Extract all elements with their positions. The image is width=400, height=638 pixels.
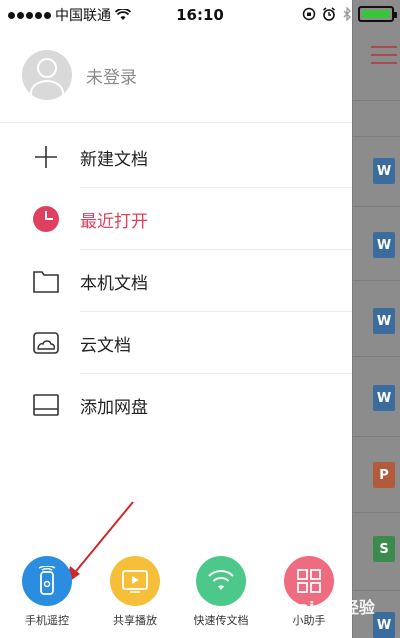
ppt-file-icon[interactable]: P: [373, 462, 395, 488]
menu-item-recent[interactable]: 最近打开: [0, 188, 352, 250]
signal-strength-icon: [8, 11, 51, 19]
divider: [353, 512, 400, 513]
menu-icon[interactable]: [371, 46, 397, 64]
menu-item-new-document[interactable]: 新建文档: [0, 126, 352, 188]
divider: [353, 356, 400, 357]
menu-item-label: 云文档: [80, 335, 131, 356]
menu-item-label: 添加网盘: [80, 397, 148, 418]
rotation-lock-icon: [302, 7, 316, 21]
dock-item-label: 手机遥控: [25, 614, 69, 627]
menu-item-label: 新建文档: [80, 149, 148, 170]
menu-item-cloud-documents[interactable]: 云文档: [0, 312, 352, 374]
document-list-panel[interactable]: W W W W P S W: [352, 0, 400, 638]
word-file-icon[interactable]: W: [373, 385, 395, 411]
drawer-menu: 新建文档 最近打开 本机文档 云文档 添加网盘: [0, 126, 352, 436]
menu-item-label: 本机文档: [80, 273, 148, 294]
divider: [353, 436, 400, 437]
divider: [353, 590, 400, 591]
dock-item-remote-control[interactable]: 手机遥控: [12, 556, 82, 628]
wifi-icon[interactable]: [196, 556, 246, 606]
dock-item-quick-transfer[interactable]: 快速传文档: [186, 556, 256, 628]
clock-icon: [32, 205, 60, 233]
login-profile[interactable]: 未登录: [22, 50, 137, 100]
watermark: Bai du经验: [286, 598, 375, 617]
app-screen: 中国联通 16:10 W W W W P S W 未登录 新建文档 最近打开 本…: [0, 0, 400, 638]
divider: [353, 280, 400, 281]
divider: [353, 136, 400, 137]
divider: [0, 122, 352, 123]
login-status-label[interactable]: 未登录: [86, 63, 137, 88]
bluetooth-icon: [343, 7, 351, 21]
plus-icon: [32, 143, 60, 171]
alarm-icon: [323, 7, 335, 21]
avatar-icon[interactable]: [22, 50, 72, 100]
word-file-icon[interactable]: W: [373, 158, 395, 184]
word-file-icon[interactable]: W: [373, 308, 395, 334]
remote-icon[interactable]: [22, 556, 72, 606]
dock-item-label: 共享播放: [113, 614, 157, 627]
wifi-icon: [115, 9, 131, 20]
menu-item-local-documents[interactable]: 本机文档: [0, 250, 352, 312]
dock-item-share-play[interactable]: 共享播放: [100, 556, 170, 628]
status-left: 中国联通: [8, 5, 158, 25]
dock-item-label: 快速传文档: [193, 614, 249, 627]
divider: [353, 206, 400, 207]
side-drawer: 未登录 新建文档 最近打开 本机文档 云文档 添加网盘: [0, 30, 352, 638]
status-bar: 中国联通 16:10: [0, 0, 400, 30]
status-right: [302, 6, 397, 22]
carrier-name: 中国联通: [55, 8, 111, 24]
drive-icon: [32, 391, 60, 419]
cloud-icon: [32, 329, 60, 357]
menu-item-add-cloud-drive[interactable]: 添加网盘: [0, 374, 352, 436]
play-icon[interactable]: [110, 556, 160, 606]
word-file-icon[interactable]: W: [373, 232, 395, 258]
divider: [353, 100, 400, 101]
spreadsheet-file-icon[interactable]: S: [373, 536, 395, 562]
menu-item-label: 最近打开: [80, 211, 148, 232]
folder-icon: [32, 267, 60, 295]
battery-icon: [358, 6, 397, 22]
